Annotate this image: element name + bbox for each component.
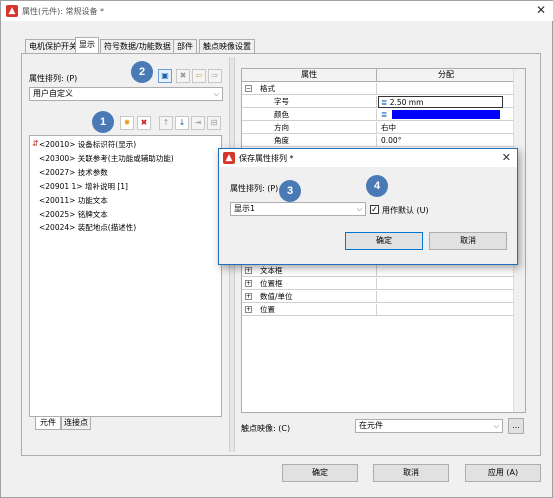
use-default-checkbox[interactable]: ✓ bbox=[370, 205, 379, 214]
tab-contact-image[interactable]: 触点映像设置 bbox=[199, 39, 255, 53]
list-item[interactable]: <20027> 技术参数 bbox=[39, 167, 108, 178]
table-row[interactable]: + 数值/单位 bbox=[242, 291, 514, 303]
more-button[interactable]: ... bbox=[508, 418, 524, 434]
list-item[interactable]: <20300> 关联参考(主功能或辅助功能) bbox=[39, 153, 174, 164]
row-value: 右中 bbox=[381, 123, 396, 132]
close-icon[interactable]: ✕ bbox=[502, 151, 511, 164]
contact-image-value: 在元件 bbox=[359, 421, 383, 430]
row-value: 0.00° bbox=[381, 136, 402, 145]
row-name: 位置框 bbox=[260, 279, 283, 288]
expand-icon[interactable]: + bbox=[245, 280, 252, 287]
new-icon[interactable]: ✸ bbox=[120, 116, 134, 130]
dialog-title-bar: ▲ 保存属性排列 * ✕ bbox=[219, 149, 517, 167]
expand-icon[interactable]: + bbox=[245, 267, 252, 274]
table-row[interactable]: + 文本框 bbox=[242, 265, 514, 277]
collapse-icon[interactable]: − bbox=[245, 85, 252, 92]
row-name: 颜色 bbox=[274, 110, 289, 119]
table-row[interactable]: − 格式 bbox=[242, 83, 514, 95]
table-row[interactable]: 字号 ≣ 2.50 mm bbox=[242, 96, 514, 108]
table-row[interactable]: + 位置 bbox=[242, 304, 514, 316]
cancel-button[interactable]: 取消 bbox=[373, 464, 449, 482]
table-row[interactable]: 方向 右中 bbox=[242, 122, 514, 134]
callout-badge-1: 1 bbox=[92, 111, 114, 133]
sort-combo[interactable]: 用户自定义 ⌵ bbox=[29, 87, 223, 101]
row-name: 格式 bbox=[260, 84, 275, 93]
row-name: 数值/单位 bbox=[260, 292, 293, 301]
dialog-sort-value: 显示1 bbox=[234, 204, 256, 213]
list-item[interactable]: <20011> 功能文本 bbox=[39, 195, 108, 206]
delete-arrangement-icon[interactable]: ✖ bbox=[176, 69, 190, 83]
grid-header-value: 分配 bbox=[438, 70, 454, 79]
table-row[interactable]: 颜色 ≣ bbox=[242, 109, 514, 121]
row-value: 2.50 mm bbox=[389, 98, 424, 107]
dialog-sort-label: 属性排列: (P) bbox=[230, 184, 279, 193]
table-row[interactable]: 角度 0.00° bbox=[242, 135, 514, 147]
tab-motor-protection[interactable]: 电机保护开关 bbox=[25, 39, 81, 53]
color-swatch[interactable] bbox=[392, 110, 500, 119]
import-icon[interactable]: ⇦ bbox=[192, 69, 206, 83]
dialog-ok-button[interactable]: 确定 bbox=[345, 232, 423, 250]
chevron-down-icon: ⌵ bbox=[356, 205, 362, 213]
chevron-down-icon: ⌵ bbox=[493, 422, 499, 430]
callout-badge-3: 3 bbox=[279, 180, 301, 202]
lines-icon: ≣ bbox=[381, 110, 388, 119]
table-row[interactable]: + 位置框 bbox=[242, 278, 514, 290]
expand-icon[interactable]: + bbox=[245, 306, 252, 313]
list-item[interactable]: <20024> 装配地点(描述性) bbox=[39, 222, 136, 233]
list-item[interactable]: <20025> 铭牌文本 bbox=[39, 209, 108, 220]
tab-component[interactable]: 元件 bbox=[35, 417, 61, 430]
grid-icon[interactable]: ⊟ bbox=[207, 116, 221, 130]
ok-button[interactable]: 确定 bbox=[282, 464, 358, 482]
close-icon[interactable]: ✕ bbox=[536, 3, 546, 17]
tab-display[interactable]: 显示 bbox=[75, 37, 99, 54]
tab-symbol-data[interactable]: 符号数据/功能数据 bbox=[100, 39, 175, 53]
delete-icon[interactable]: ✖ bbox=[137, 116, 151, 130]
use-default-label: 用作默认 (U) bbox=[382, 206, 429, 215]
sort-combo-value: 用户自定义 bbox=[33, 89, 73, 98]
dialog-title: 保存属性排列 * bbox=[239, 154, 294, 163]
apply-button[interactable]: 应用 (A) bbox=[465, 464, 541, 482]
dialog-cancel-button[interactable]: 取消 bbox=[429, 232, 507, 250]
app-icon: ▲ bbox=[6, 5, 18, 17]
row-name: 文本框 bbox=[260, 266, 283, 275]
move-right-icon[interactable]: ⇥ bbox=[191, 116, 205, 130]
dialog-sort-combo[interactable]: 显示1 ⌵ bbox=[230, 202, 366, 216]
expand-icon[interactable]: + bbox=[245, 293, 252, 300]
sort-order-icon: ⇵ bbox=[32, 139, 39, 148]
move-down-icon[interactable]: ↓ bbox=[175, 116, 189, 130]
list-item[interactable]: <20010> 设备标识符(显示) bbox=[39, 139, 136, 150]
app-icon: ▲ bbox=[223, 152, 235, 164]
tab-connection-point[interactable]: 连接点 bbox=[61, 417, 91, 430]
window-title: 属性(元件): 常规设备 * bbox=[22, 7, 105, 16]
row-name: 字号 bbox=[274, 97, 289, 106]
list-item[interactable]: <20901 1> 增补说明 [1] bbox=[39, 181, 128, 192]
row-name: 方向 bbox=[274, 123, 289, 132]
export-icon[interactable]: ⇨ bbox=[208, 69, 222, 83]
move-up-icon[interactable]: ↑ bbox=[159, 116, 173, 130]
sort-label: 属性排列: (P) bbox=[29, 74, 78, 83]
title-bar: ▲ 属性(元件): 常规设备 * ✕ bbox=[1, 1, 553, 21]
save-arrangement-dialog: ▲ 保存属性排列 * ✕ 属性排列: (P) 显示1 ⌵ ✓ 用作默认 (U) … bbox=[218, 148, 518, 265]
chevron-down-icon: ⌵ bbox=[213, 90, 219, 98]
lines-icon: ≣ bbox=[381, 98, 388, 107]
row-name: 位置 bbox=[260, 305, 275, 314]
contact-image-combo[interactable]: 在元件 ⌵ bbox=[355, 419, 503, 433]
grid-header-property: 属性 bbox=[242, 69, 377, 82]
row-name: 角度 bbox=[274, 136, 289, 145]
callout-badge-4: 4 bbox=[366, 175, 388, 197]
save-icon[interactable]: ▣ bbox=[158, 69, 172, 83]
callout-badge-2: 2 bbox=[131, 61, 153, 83]
tab-parts[interactable]: 部件 bbox=[173, 39, 197, 53]
grid-header: 属性 分配 bbox=[242, 69, 514, 82]
contact-image-label: 触点映像: (C) bbox=[241, 424, 291, 433]
